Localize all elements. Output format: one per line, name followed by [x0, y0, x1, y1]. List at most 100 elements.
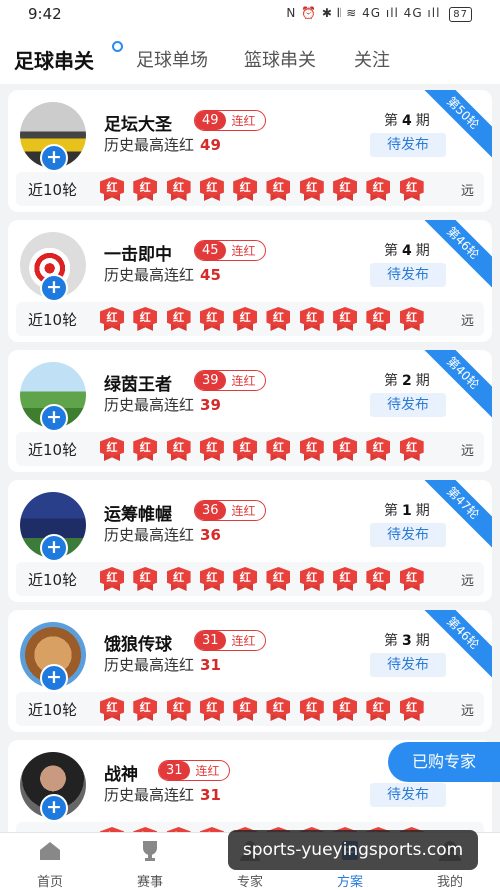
expert-card[interactable]: + 足坛大圣 49 连红 历史最高连红 49 第 4 期待发布 第50轮 近10轮 红红红红… [8, 90, 492, 212]
red-result-chip: 红 [266, 567, 291, 591]
follow-plus-icon[interactable]: + [40, 534, 68, 562]
red-result-chip: 红 [399, 437, 424, 461]
pending-publish-button[interactable]: 待发布 [370, 393, 446, 417]
red-result-chip: 红 [399, 177, 424, 201]
red-result-chip: 红 [199, 567, 224, 591]
red-result-chip: 红 [166, 567, 191, 591]
streak-count: 45 [195, 241, 226, 260]
period-info: 第4期 [384, 110, 430, 130]
chip-text: 红 [206, 441, 218, 454]
streak-badge: 31 连红 [194, 630, 266, 651]
follow-plus-icon[interactable]: + [40, 664, 68, 692]
period-number: 3 [402, 633, 412, 649]
chip-text: 红 [239, 701, 251, 714]
home-icon [40, 842, 60, 860]
pending-publish-button[interactable]: 待发布 [370, 263, 446, 287]
bought-experts-button[interactable]: 已购专家 [388, 742, 500, 782]
recent-label: 近10轮 [28, 571, 78, 589]
period-info: 第2期 [384, 370, 430, 390]
red-result-chip: 红 [399, 697, 424, 721]
recent-label: 近10轮 [28, 181, 78, 199]
tab-basketball-parlay[interactable]: 篮球串关 [244, 46, 316, 72]
tab-follow[interactable]: 关注 [354, 46, 390, 72]
expert-card[interactable]: + 饿狼传球 31 连红 历史最高连红 31 第 3 期待发布 第46轮 近10轮 红红红红… [8, 610, 492, 732]
follow-plus-icon[interactable]: + [40, 794, 68, 822]
period-suffix: 期 [415, 633, 430, 649]
period-suffix: 期 [415, 243, 430, 259]
red-result-chip: 红 [299, 177, 324, 201]
chip-text: 红 [173, 181, 185, 194]
recent-chips: 红红红红红红红红红红 [100, 567, 433, 591]
period-suffix: 期 [415, 113, 430, 129]
streak-badge: 45 连红 [194, 240, 266, 261]
tab-football-single[interactable]: 足球单场 [136, 46, 208, 72]
streak-label: 连红 [231, 114, 256, 128]
chip-text: 红 [139, 701, 151, 714]
chip-text: 红 [406, 571, 418, 584]
red-result-chip: 红 [166, 697, 191, 721]
expert-card[interactable]: + 绿茵王者 39 连红 历史最高连红 39 第 2 期待发布 第40轮 近10轮 红红红红… [8, 350, 492, 472]
red-result-chip: 红 [166, 177, 191, 201]
red-result-chip: 红 [399, 307, 424, 331]
recent-label: 近10轮 [28, 441, 78, 459]
chip-text: 红 [106, 701, 118, 714]
follow-plus-icon[interactable]: + [40, 404, 68, 432]
red-result-chip: 红 [100, 437, 124, 461]
red-result-chip: 红 [199, 307, 224, 331]
chip-text: 红 [206, 311, 218, 324]
streak-label: 连红 [231, 244, 256, 258]
chip-text: 红 [272, 441, 284, 454]
recent-rounds-row: 近10轮 红 红 红 红 红 红 红 红 红 红 远 [16, 172, 484, 206]
far-label: 远 [460, 184, 474, 199]
nav-profile-label: 我的 [436, 875, 463, 890]
status-time: 9:42 [28, 5, 62, 23]
nav-home[interactable]: 首页 [10, 839, 90, 890]
expert-name: 饿狼传球 [104, 635, 172, 655]
expert-name: 一击即中 [104, 245, 172, 265]
chip-text: 红 [272, 181, 284, 194]
red-result-chip: 红 [366, 567, 391, 591]
pending-publish-button[interactable]: 待发布 [370, 783, 446, 807]
tab-football-parlay[interactable]: 足球串关 [14, 45, 94, 74]
streak-count: 49 [195, 111, 226, 130]
history-label: 历史最高连红 [104, 656, 195, 674]
recent-rounds-row: 近10轮 红 红 红 红 红 红 红 红 红 红 远 [16, 692, 484, 726]
expert-card[interactable]: + 运筹帷幄 36 连红 历史最高连红 36 第 1 期待发布 第47轮 近10轮 红红红红… [8, 480, 492, 602]
history-max-streak: 历史最高连红 39 [104, 394, 221, 415]
red-result-chip: 红 [133, 437, 158, 461]
period-info: 第1期 [384, 500, 430, 520]
streak-badge: 36 连红 [194, 500, 266, 521]
chip-text: 红 [106, 571, 118, 584]
chip-text: 红 [173, 571, 185, 584]
chip-text: 红 [306, 441, 318, 454]
chip-text: 红 [406, 311, 418, 324]
chip-text: 红 [372, 311, 384, 324]
pending-publish-button[interactable]: 待发布 [370, 523, 446, 547]
expert-card[interactable]: + 一击即中 45 连红 历史最高连红 45 第 4 期待发布 第46轮 近10轮 红红红红… [8, 220, 492, 342]
nav-events[interactable]: 赛事 [110, 839, 190, 890]
period-prefix: 第 [384, 503, 398, 519]
follow-plus-icon[interactable]: + [40, 274, 68, 302]
follow-plus-icon[interactable]: + [40, 144, 68, 172]
chip-text: 红 [339, 181, 351, 194]
trophy-icon [143, 841, 157, 861]
red-result-chip: 红 [266, 437, 291, 461]
red-result-chip: 红 [100, 697, 124, 721]
top-tabs: 足球串关 足球单场 篮球串关 关注 [0, 30, 500, 84]
history-value: 49 [200, 136, 221, 154]
streak-count: 31 [195, 631, 226, 650]
far-label: 远 [460, 314, 474, 329]
active-dot-icon [112, 41, 123, 52]
red-result-chip: 红 [299, 697, 324, 721]
period-prefix: 第 [384, 243, 398, 259]
streak-label: 连红 [231, 374, 256, 388]
red-result-chip: 红 [233, 437, 258, 461]
chip-text: 红 [106, 441, 118, 454]
recent-chips: 红红红红红红红红红红 [100, 307, 433, 331]
chip-text: 红 [173, 441, 185, 454]
history-value: 45 [200, 266, 221, 284]
pending-publish-button[interactable]: 待发布 [370, 133, 446, 157]
history-label: 历史最高连红 [104, 396, 195, 414]
red-result-chip: 红 [233, 177, 258, 201]
pending-publish-button[interactable]: 待发布 [370, 653, 446, 677]
